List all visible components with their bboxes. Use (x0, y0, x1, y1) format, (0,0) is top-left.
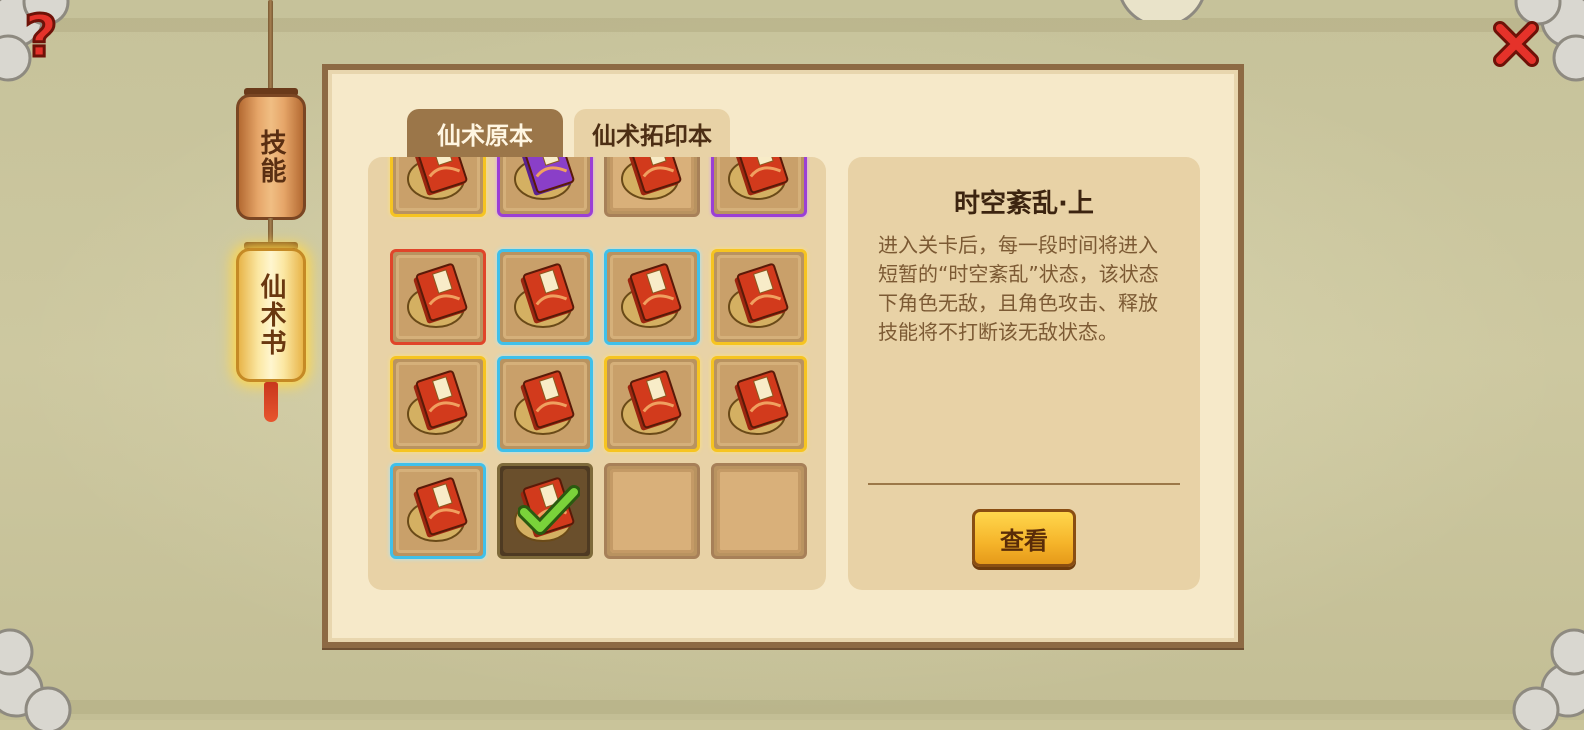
spell-title: 时空紊乱·上 (954, 189, 1094, 219)
side-tab-label: 仙术书 (256, 273, 286, 357)
red-book-icon (402, 261, 474, 333)
tab-label: 仙术拓印本 (592, 121, 712, 150)
spell-book-slot[interactable] (390, 157, 486, 217)
tab-rubbing-spells[interactable]: 仙术拓印本 (574, 109, 730, 157)
red-book-icon (723, 261, 795, 333)
side-tab-skills[interactable]: 技能 (236, 94, 306, 220)
cloud-corner-ornament (1478, 610, 1584, 730)
spell-description: 进入关卡后，每一段时间将进入短暂的“时空紊乱”状态，该状态下角色无敌，且角色攻击… (878, 233, 1159, 344)
red-book-icon (723, 157, 795, 205)
red-book-icon (616, 368, 688, 440)
spell-book-slot[interactable] (390, 356, 486, 452)
side-tab-label: 技能 (256, 129, 286, 185)
lantern-rope (268, 0, 273, 95)
background-strip (0, 700, 1584, 714)
empty-slot[interactable] (604, 463, 700, 559)
close-x-icon[interactable] (1492, 20, 1540, 68)
lantern-tassel (264, 382, 278, 422)
cloud-corner-ornament (0, 610, 106, 730)
red-book-icon (402, 157, 474, 205)
mascot-avatar (1112, 0, 1212, 28)
red-book-icon (616, 157, 688, 205)
spell-book-slot[interactable] (390, 249, 486, 345)
spell-book-grid[interactable] (368, 157, 826, 590)
spell-book-slot[interactable] (497, 157, 593, 217)
spell-book-slot[interactable] (711, 356, 807, 452)
empty-slot[interactable] (711, 463, 807, 559)
svg-text:?: ? (24, 4, 58, 66)
red-book-icon (616, 261, 688, 333)
purple-book-icon (509, 157, 581, 205)
tab-original-spells[interactable]: 仙术原本 (407, 109, 563, 157)
spell-book-slot[interactable] (604, 157, 700, 217)
grid-scroll-area[interactable] (368, 157, 826, 590)
red-book-icon (402, 368, 474, 440)
spell-book-slot[interactable] (497, 463, 593, 559)
red-book-icon (723, 368, 795, 440)
red-book-icon (509, 261, 581, 333)
tab-label: 仙术原本 (437, 121, 533, 150)
side-tab-spell-books[interactable]: 仙术书 (236, 248, 306, 382)
spell-book-slot[interactable] (497, 356, 593, 452)
view-button[interactable]: 查看 (972, 509, 1076, 567)
checkmark-icon (517, 484, 581, 536)
spell-book-slot[interactable] (604, 249, 700, 345)
spell-book-slot[interactable] (711, 157, 807, 217)
red-book-icon (402, 475, 474, 547)
slot-frame (610, 469, 694, 553)
question-mark-icon[interactable]: ? (14, 1, 68, 72)
slot-frame (717, 469, 801, 553)
spell-book-slot[interactable] (711, 249, 807, 345)
spell-book-slot[interactable] (390, 463, 486, 559)
detail-panel: 时空紊乱·上 进入关卡后，每一段时间将进入短暂的“时空紊乱”状态，该状态下角色无… (848, 157, 1200, 590)
red-book-icon (509, 368, 581, 440)
spell-book-slot[interactable] (604, 356, 700, 452)
divider (868, 483, 1180, 485)
spell-book-slot[interactable] (497, 249, 593, 345)
background-strip (0, 18, 1584, 32)
view-button-label: 查看 (1000, 526, 1048, 555)
